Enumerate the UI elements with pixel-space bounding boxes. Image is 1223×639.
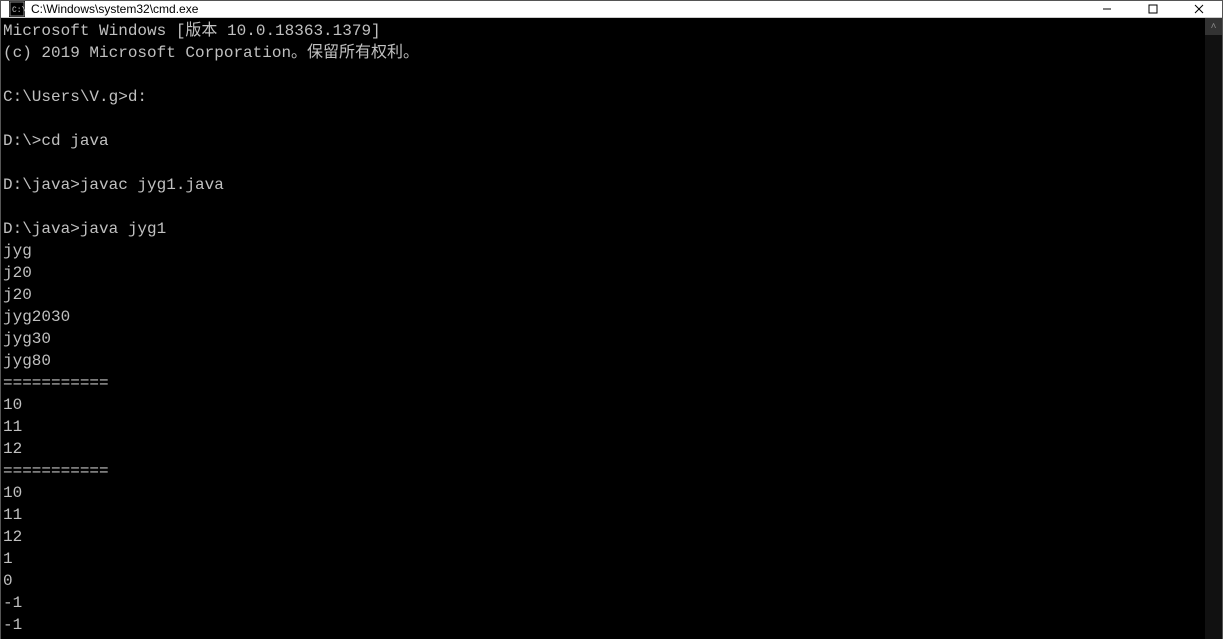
scroll-track[interactable]	[1205, 35, 1222, 639]
scroll-up-button[interactable]: ˄	[1205, 18, 1222, 35]
close-button[interactable]	[1176, 1, 1222, 17]
window-title: C:\Windows\system32\cmd.exe	[31, 2, 1084, 16]
titlebar[interactable]: C:\ C:\Windows\system32\cmd.exe	[1, 1, 1222, 18]
client-area: Microsoft Windows [版本 10.0.18363.1379] (…	[1, 18, 1222, 639]
cmd-icon: C:\	[9, 1, 25, 17]
minimize-button[interactable]	[1084, 1, 1130, 17]
window-controls	[1084, 1, 1222, 17]
svg-text:C:\: C:\	[12, 6, 25, 15]
maximize-button[interactable]	[1130, 1, 1176, 17]
vertical-scrollbar[interactable]: ˄ ˅	[1205, 18, 1222, 639]
terminal-output[interactable]: Microsoft Windows [版本 10.0.18363.1379] (…	[1, 18, 1205, 639]
cmd-window: C:\ C:\Windows\system32\cmd.exe Microsof…	[0, 0, 1223, 639]
